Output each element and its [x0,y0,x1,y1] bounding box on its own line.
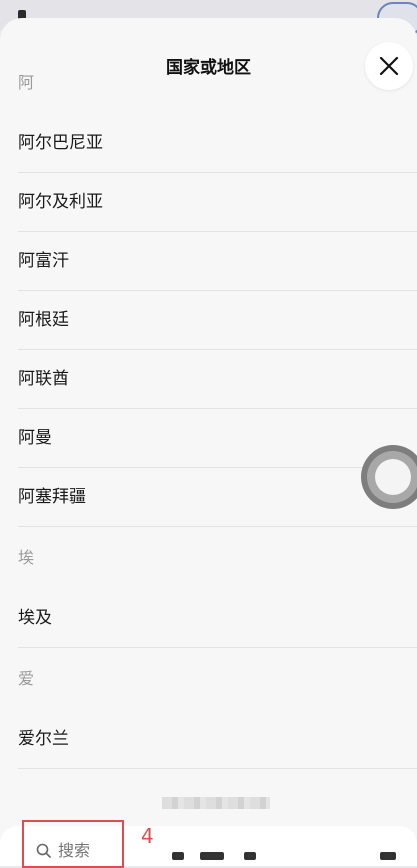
country-item[interactable]: 阿联酋 [18,350,417,409]
search-icon [36,843,51,858]
country-item[interactable]: 阿尔及利亚 [18,173,417,232]
country-item[interactable]: 阿富汗 [18,232,417,291]
country-item[interactable]: 阿曼 [18,409,417,468]
section-header: 埃 [18,548,35,567]
floating-ball-icon[interactable] [361,445,417,509]
section-header: 爱 [18,669,35,688]
search-input[interactable] [58,840,118,860]
country-picker-sheet: 国家或地区 阿 阿尔巴尼亚 阿尔及利亚 阿富汗 阿根廷 阿联酋 阿曼 阿塞拜疆 … [0,18,417,859]
floating-ball-core [375,459,411,495]
country-item[interactable]: 阿塞拜疆 [18,468,417,527]
country-list[interactable]: 阿 阿尔巴尼亚 阿尔及利亚 阿富汗 阿根廷 阿联酋 阿曼 阿塞拜疆 埃 埃及 爱… [0,73,417,769]
annotation-number: 4 [141,824,154,848]
country-item[interactable]: 阿尔巴尼亚 [18,114,417,173]
country-item[interactable]: 阿根廷 [18,291,417,350]
country-item[interactable]: 爱尔兰 [18,710,417,769]
blurred-content [162,797,270,809]
country-item[interactable]: 埃及 [18,589,417,648]
section-header: 阿 [18,73,35,92]
